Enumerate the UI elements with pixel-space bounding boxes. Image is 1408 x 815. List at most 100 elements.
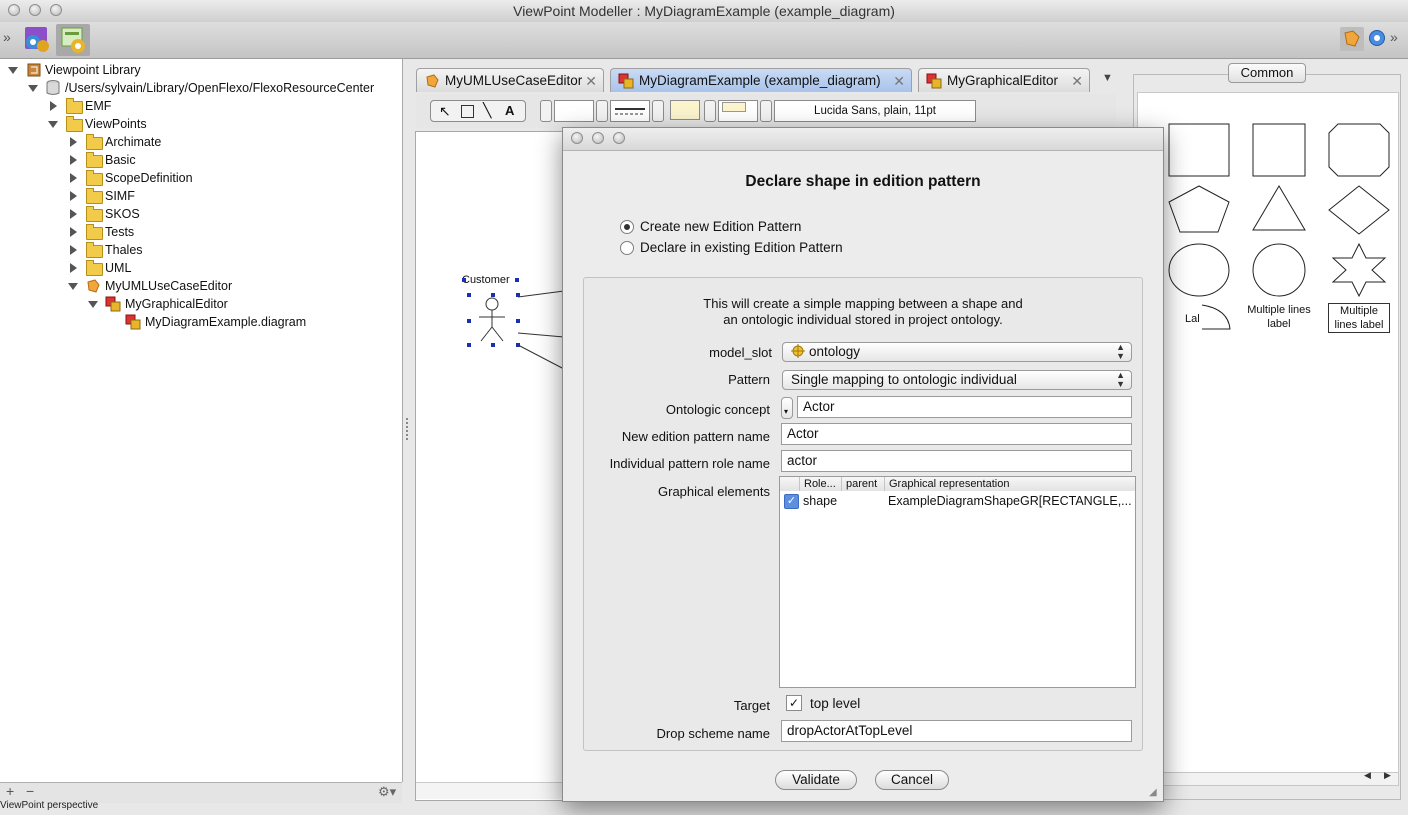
close-tab-icon[interactable]: ✕	[1071, 69, 1083, 93]
square-shape[interactable]	[1252, 123, 1306, 177]
chevron-down-icon[interactable]	[760, 100, 772, 122]
column-header-graphical-representation[interactable]: Graphical representation	[885, 477, 1135, 491]
multiple-lines-label-shape[interactable]: Multiple lines label	[1246, 303, 1312, 331]
dialog-zoom-button[interactable]	[613, 132, 625, 144]
tree-item[interactable]: SIMF	[68, 187, 368, 205]
close-tab-icon[interactable]: ✕	[585, 69, 597, 93]
palette-scrollbar[interactable]: ◀ ▶	[1137, 770, 1399, 786]
tree-item[interactable]: Thales	[68, 241, 368, 259]
label-shape[interactable]: Lal	[1185, 313, 1200, 325]
chevron-down-icon[interactable]	[540, 100, 552, 122]
actor-shape[interactable]	[471, 297, 513, 345]
add-button[interactable]: +	[6, 783, 14, 799]
scroll-right-icon[interactable]: ▶	[1384, 770, 1391, 781]
expand-icon[interactable]	[50, 101, 57, 111]
radio-create-new[interactable]	[620, 220, 634, 234]
tree-item[interactable]: MyDiagramExample.diagram	[108, 313, 388, 331]
splitter-handle[interactable]	[406, 418, 411, 440]
resize-grip-icon[interactable]: ◢	[1149, 787, 1157, 798]
circle-shape[interactable]	[1252, 243, 1306, 297]
diagram-perspective-icon[interactable]	[56, 24, 90, 56]
expand-icon[interactable]	[70, 227, 77, 237]
drop-scheme-field[interactable]: dropActorAtTopLevel	[781, 720, 1132, 742]
arc-shape[interactable]	[1200, 303, 1232, 331]
rounded-rectangle-shape[interactable]	[1328, 123, 1390, 177]
tab-list-dropdown-icon[interactable]: ▼	[1102, 72, 1113, 84]
chevron-right-icon[interactable]: »	[1390, 29, 1398, 45]
expand-icon[interactable]	[70, 155, 77, 165]
tree-item[interactable]: SKOS	[68, 205, 368, 223]
collapse-icon[interactable]	[8, 67, 18, 74]
expand-icon[interactable]	[70, 263, 77, 273]
line-tool-icon[interactable]: ╲	[483, 102, 491, 119]
viewpoint-icon[interactable]	[1340, 27, 1364, 51]
role-name-field[interactable]: actor	[781, 450, 1132, 472]
edition-pattern-name-field[interactable]: Actor	[781, 423, 1132, 445]
collapse-icon[interactable]	[68, 283, 78, 290]
tree-item[interactable]: MyUMLUseCaseEditor	[68, 277, 368, 295]
radio-create-new-label[interactable]: Create new Edition Pattern	[640, 219, 801, 234]
chevron-down-icon[interactable]	[704, 100, 716, 122]
radio-declare-existing-label[interactable]: Declare in existing Edition Pattern	[640, 240, 843, 255]
chevron-down-icon[interactable]	[652, 100, 664, 122]
select-tool-icon[interactable]: ↖	[439, 103, 451, 120]
dialog-close-button[interactable]	[571, 132, 583, 144]
expand-icon[interactable]	[70, 209, 77, 219]
text-tool-icon[interactable]: A	[505, 103, 514, 118]
rectangle-shape[interactable]	[1168, 123, 1230, 177]
tree-item[interactable]: Tests	[68, 223, 368, 241]
gear-icon[interactable]: ⚙▾	[378, 784, 396, 800]
collapse-icon[interactable]	[88, 301, 98, 308]
size-field[interactable]	[554, 100, 594, 122]
tree-item[interactable]: ScopeDefinition	[68, 169, 368, 187]
rectangle-tool-icon[interactable]	[461, 105, 474, 118]
tab-common[interactable]: Common	[1228, 63, 1306, 83]
target-value-label[interactable]: top level	[810, 696, 860, 711]
collapse-icon[interactable]	[48, 121, 58, 128]
collapse-icon[interactable]	[28, 85, 38, 92]
diamond-shape[interactable]	[1328, 185, 1390, 235]
validate-button[interactable]: Validate	[775, 770, 857, 790]
tree-item[interactable]: Basic	[68, 151, 368, 169]
triangle-shape[interactable]	[1252, 185, 1306, 231]
shadow-style-icon[interactable]	[718, 100, 758, 122]
close-tab-icon[interactable]: ✕	[893, 69, 905, 93]
expand-icon[interactable]	[70, 245, 77, 255]
scroll-left-icon[interactable]: ◀	[1364, 770, 1371, 781]
dialog-minimize-button[interactable]	[592, 132, 604, 144]
tree-item[interactable]: /Users/sylvain/Library/OpenFlexo/FlexoRe…	[28, 79, 398, 97]
cancel-button[interactable]: Cancel	[875, 770, 949, 790]
table-row[interactable]: ✓ shape ExampleDiagramShapeGR[RECTANGLE,…	[780, 492, 1135, 510]
expand-icon[interactable]	[70, 137, 77, 147]
column-header-parent[interactable]: parent	[842, 477, 885, 491]
expand-icon[interactable]	[70, 173, 77, 183]
radio-declare-existing[interactable]	[620, 241, 634, 255]
ontologic-concept-field[interactable]: Actor	[797, 396, 1132, 418]
target-checkbox[interactable]: ✓	[786, 695, 802, 711]
tree-item[interactable]: UML	[68, 259, 368, 277]
globe-icon[interactable]	[1368, 29, 1386, 47]
tree-item[interactable]: ViewPoints	[48, 115, 348, 133]
remove-button[interactable]: −	[26, 783, 34, 799]
star-shape[interactable]	[1330, 243, 1388, 297]
fill-color-swatch[interactable]	[670, 100, 700, 120]
expand-icon[interactable]	[70, 191, 77, 201]
tab-myumlusecaseeditor[interactable]: MyUMLUseCaseEditor ✕	[416, 68, 604, 92]
ellipse-shape[interactable]	[1168, 243, 1230, 297]
model-slot-select[interactable]: ontology ▲ ▼	[782, 342, 1132, 362]
pattern-select[interactable]: Single mapping to ontologic individual ▲…	[782, 370, 1132, 390]
actor-label[interactable]: Customer	[462, 274, 510, 286]
multiple-lines-label-box-shape[interactable]: Multiple lines label	[1328, 303, 1390, 333]
viewpoint-perspective-icon[interactable]	[21, 24, 53, 56]
tree-item[interactable]: EMF	[48, 97, 348, 115]
stroke-style-icon[interactable]	[610, 100, 650, 122]
concept-chooser-button[interactable]: ▾	[781, 397, 793, 419]
tree-item[interactable]: MyGraphicalEditor	[88, 295, 388, 313]
pentagon-shape[interactable]	[1168, 185, 1230, 233]
tree-item[interactable]: Archimate	[68, 133, 368, 151]
chevron-down-icon[interactable]: »	[3, 29, 11, 45]
tab-mydiagramexample[interactable]: MyDiagramExample (example_diagram) ✕	[610, 68, 912, 92]
tab-mygraphicaleditor[interactable]: MyGraphicalEditor ✕	[918, 68, 1090, 92]
tree-item[interactable]: Viewpoint Library	[8, 61, 388, 79]
column-header-role[interactable]: Role...	[800, 477, 842, 491]
